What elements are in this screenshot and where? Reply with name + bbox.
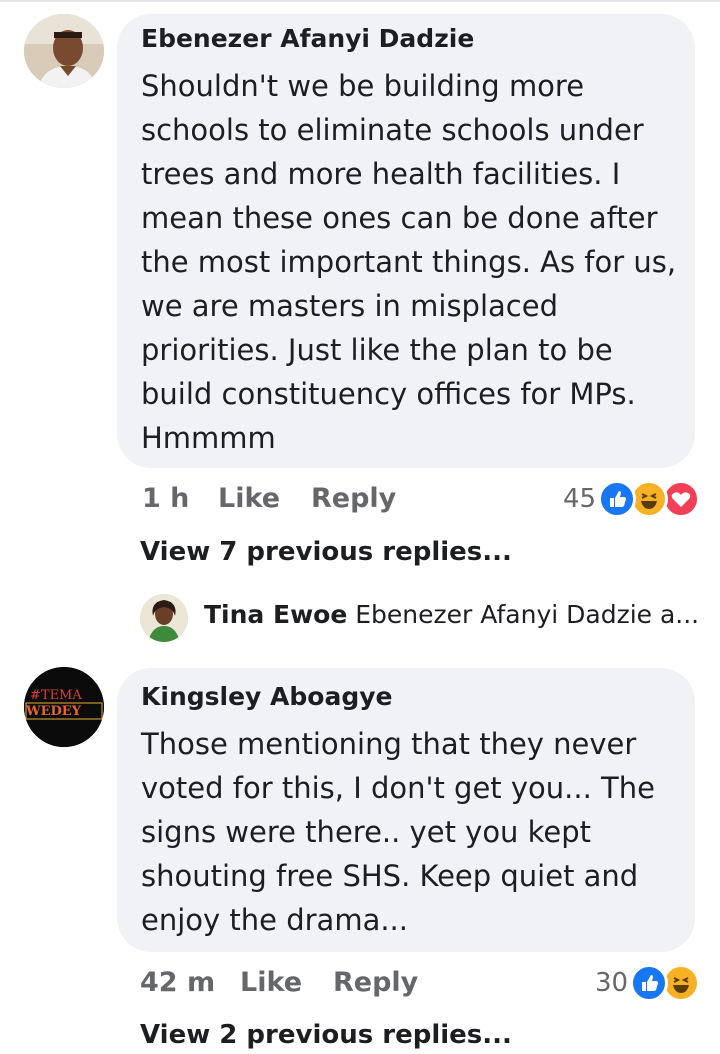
avatar-tina[interactable] [140, 594, 188, 642]
reply-author[interactable]: Tina Ewoe [204, 600, 347, 629]
comment-text: Those mentioning that they never voted f… [141, 727, 655, 937]
like-button[interactable]: Like [240, 967, 302, 998]
reaction-count[interactable]: 30 [595, 968, 628, 998]
comment-bubble: Kingsley Aboagye Those mentioning that t… [117, 668, 695, 952]
comment-text: Shouldn't we be building more schools to… [141, 69, 677, 455]
comment-bubble: Ebenezer Afanyi Dadzie Shouldn't we be b… [117, 14, 695, 468]
reply-button[interactable]: Reply [311, 483, 396, 514]
view-previous-replies[interactable]: View 2 previous replies... [140, 1020, 512, 1050]
avatar-ebenezer[interactable] [24, 14, 104, 88]
avatar-kingsley[interactable]: #TEMA WEDEY [24, 667, 104, 747]
comment-author[interactable]: Ebenezer Afanyi Dadzie [141, 24, 474, 53]
like-button[interactable]: Like [218, 483, 280, 514]
comment-time[interactable]: 42 m [140, 967, 215, 998]
top-divider [0, 0, 720, 2]
reply-preview[interactable]: Tina Ewoe Ebenezer Afanyi Dadzie a... [204, 600, 699, 629]
reaction-count[interactable]: 45 [563, 484, 596, 514]
like-icon [598, 480, 636, 518]
like-icon [630, 964, 668, 1002]
avatar-logo-text: #TEMA [30, 688, 82, 703]
comment-author[interactable]: Kingsley Aboagye [141, 682, 392, 711]
reply-preview-text: Ebenezer Afanyi Dadzie a... [355, 600, 700, 629]
comment-time[interactable]: 1 h [142, 483, 189, 514]
reply-button[interactable]: Reply [333, 967, 418, 998]
view-previous-replies[interactable]: View 7 previous replies... [140, 537, 512, 567]
svg-text:WEDEY: WEDEY [25, 704, 82, 719]
